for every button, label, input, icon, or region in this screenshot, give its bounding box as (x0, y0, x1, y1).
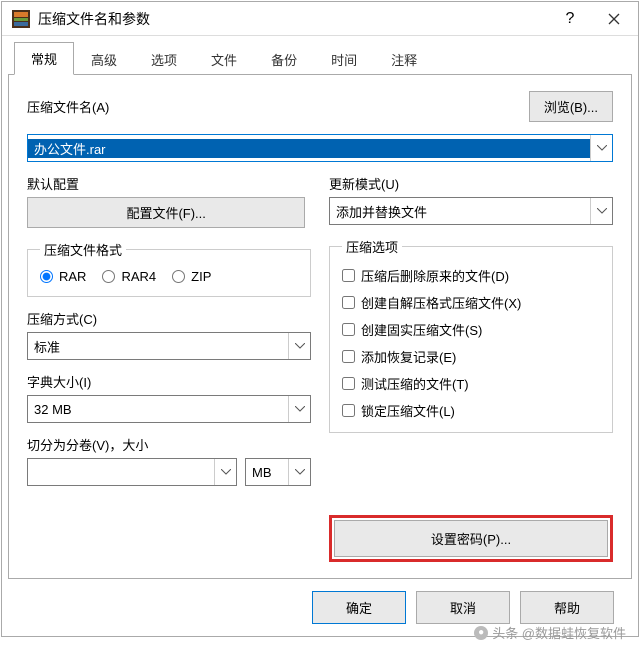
method-label: 压缩方式(C) (27, 309, 311, 328)
default-profile-label: 默认配置 (27, 174, 311, 193)
method-combo[interactable]: 标准 (27, 332, 311, 360)
format-rar[interactable]: RAR (40, 269, 86, 284)
browse-button[interactable]: 浏览(B)... (529, 91, 613, 122)
volume-unit-combo[interactable]: MB (245, 458, 311, 486)
dialog-window: 压缩文件名和参数 ? 常规 高级 选项 文件 备份 时间 注释 压缩文件名(A)… (1, 1, 639, 637)
chevron-down-icon[interactable] (288, 459, 310, 485)
format-zip[interactable]: ZIP (172, 269, 211, 284)
chevron-down-icon[interactable] (288, 333, 310, 359)
watermark-icon: ● (474, 626, 488, 640)
opt-recovery[interactable]: 添加恢复记录(E) (342, 347, 600, 366)
panel-general: 压缩文件名(A) 浏览(B)... 办公文件.rar 默认配置 配置文件(F).… (8, 74, 632, 579)
filename-label: 压缩文件名(A) (27, 97, 519, 116)
opt-sfx[interactable]: 创建自解压格式压缩文件(X) (342, 293, 600, 312)
tab-general[interactable]: 常规 (14, 42, 74, 75)
opt-test[interactable]: 测试压缩的文件(T) (342, 374, 600, 393)
close-button[interactable] (592, 4, 636, 34)
options-legend: 压缩选项 (342, 237, 402, 256)
tab-files[interactable]: 文件 (194, 43, 254, 75)
left-column: 默认配置 配置文件(F)... 压缩文件格式 RAR RAR4 ZIP 压缩方式… (27, 174, 311, 562)
cancel-button[interactable]: 取消 (416, 591, 510, 624)
volume-label: 切分为分卷(V)，大小 (27, 435, 311, 454)
ok-button[interactable]: 确定 (312, 591, 406, 624)
dict-combo[interactable]: 32 MB (27, 395, 311, 423)
chevron-down-icon[interactable] (214, 459, 236, 485)
tab-advanced[interactable]: 高级 (74, 43, 134, 75)
format-group: 压缩文件格式 RAR RAR4 ZIP (27, 240, 311, 297)
tab-time[interactable]: 时间 (314, 43, 374, 75)
tab-backup[interactable]: 备份 (254, 43, 314, 75)
format-legend: 压缩文件格式 (40, 240, 126, 259)
content-area: 常规 高级 选项 文件 备份 时间 注释 压缩文件名(A) 浏览(B)... 办… (2, 36, 638, 636)
set-password-highlight: 设置密码(P)... (329, 515, 613, 562)
help-button[interactable]: ? (548, 4, 592, 34)
window-title: 压缩文件名和参数 (38, 9, 548, 29)
format-rar4[interactable]: RAR4 (102, 269, 156, 284)
dict-label: 字典大小(I) (27, 372, 311, 391)
filename-value[interactable]: 办公文件.rar (28, 139, 590, 158)
chevron-down-icon[interactable] (590, 135, 612, 161)
tab-options[interactable]: 选项 (134, 43, 194, 75)
titlebar: 压缩文件名和参数 ? (2, 2, 638, 36)
chevron-down-icon[interactable] (590, 198, 612, 224)
app-icon (12, 10, 30, 28)
update-mode-combo[interactable]: 添加并替换文件 (329, 197, 613, 225)
opt-solid[interactable]: 创建固实压缩文件(S) (342, 320, 600, 339)
filename-combo[interactable]: 办公文件.rar (27, 134, 613, 162)
profiles-button[interactable]: 配置文件(F)... (27, 197, 305, 228)
opt-lock[interactable]: 锁定压缩文件(L) (342, 401, 600, 420)
watermark: ● 头条 @数据蛙恢复软件 (474, 623, 626, 642)
tab-comment[interactable]: 注释 (374, 43, 434, 75)
set-password-button[interactable]: 设置密码(P)... (334, 520, 608, 557)
chevron-down-icon[interactable] (288, 396, 310, 422)
tab-bar: 常规 高级 选项 文件 备份 时间 注释 (8, 44, 632, 74)
opt-delete-after[interactable]: 压缩后删除原来的文件(D) (342, 266, 600, 285)
volume-size-combo[interactable] (27, 458, 237, 486)
options-group: 压缩选项 压缩后删除原来的文件(D) 创建自解压格式压缩文件(X) 创建固实压缩… (329, 237, 613, 433)
right-column: 更新模式(U) 添加并替换文件 压缩选项 压缩后删除原来的文件(D) 创建自解压… (329, 174, 613, 562)
help-button-footer[interactable]: 帮助 (520, 591, 614, 624)
update-mode-label: 更新模式(U) (329, 174, 613, 193)
